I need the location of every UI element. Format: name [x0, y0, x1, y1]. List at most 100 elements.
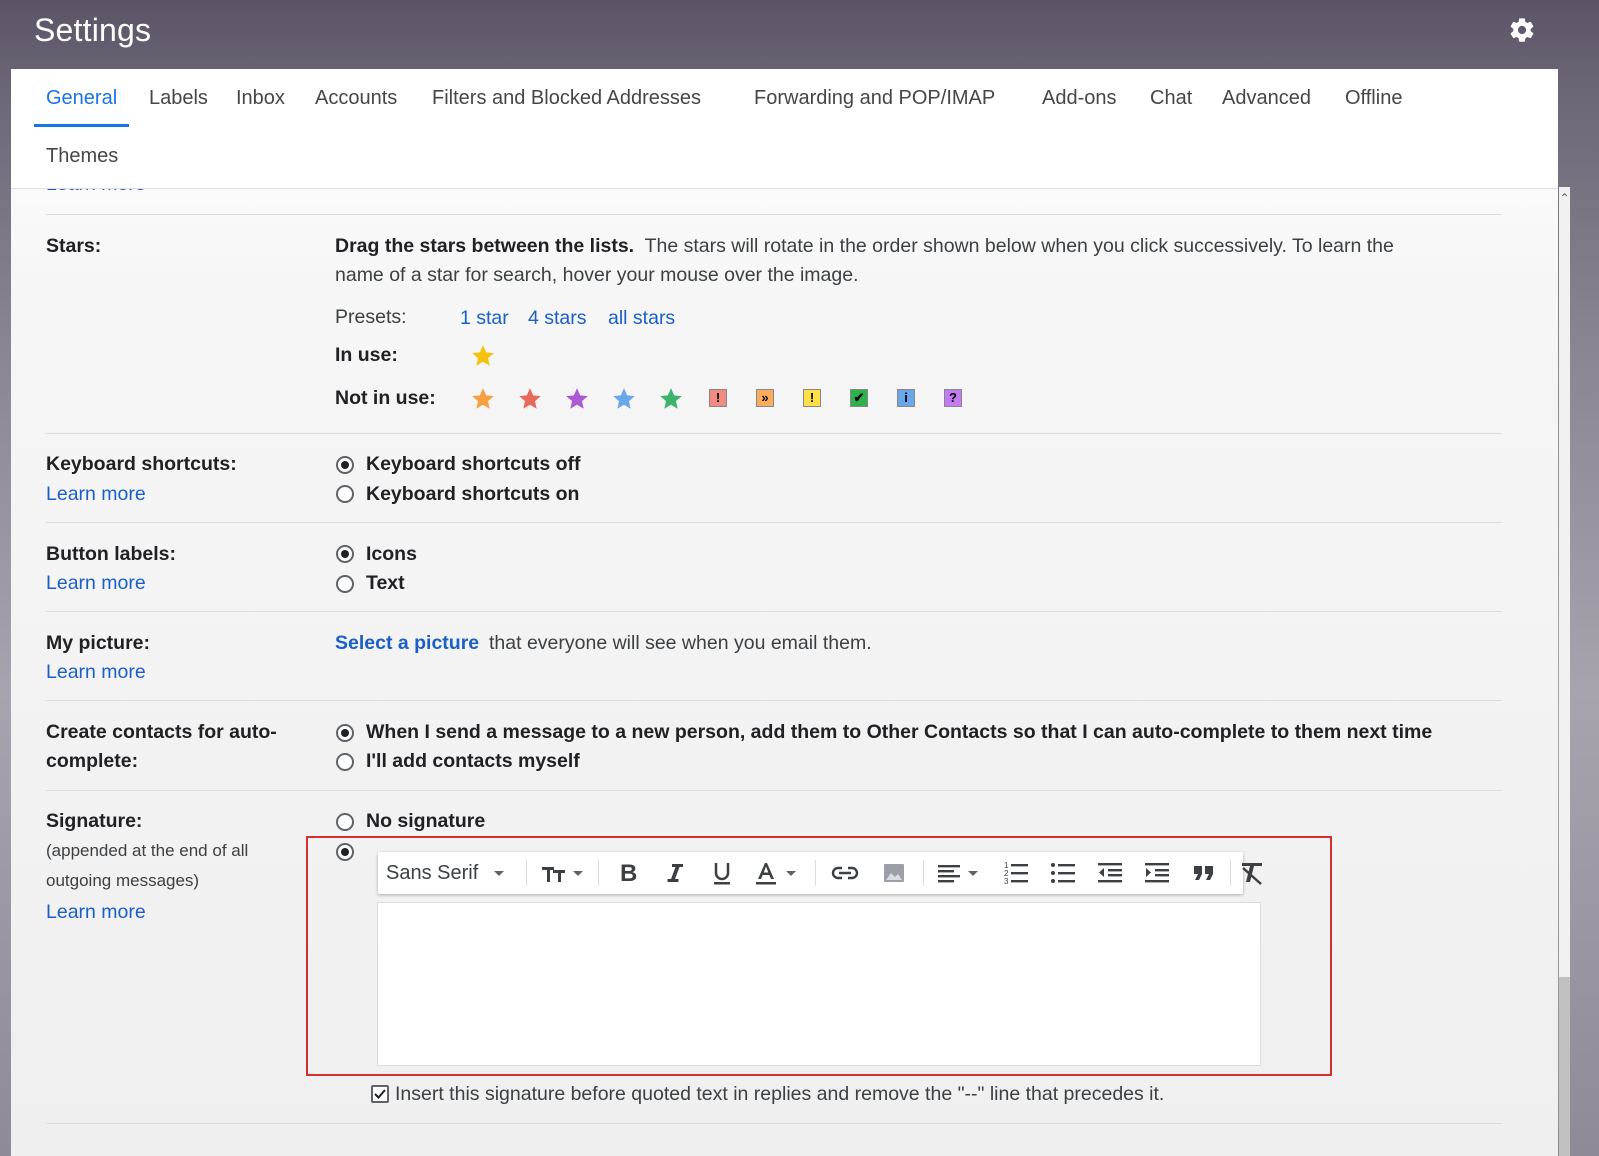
- preset-all-stars-link[interactable]: all stars: [608, 307, 675, 330]
- yellow-bang-icon[interactable]: !: [803, 389, 821, 407]
- keyboard-shortcuts-off-label[interactable]: Keyboard shortcuts off: [366, 453, 581, 476]
- red-star-icon[interactable]: [517, 386, 543, 412]
- align-button[interactable]: [931, 852, 987, 894]
- toolbar-separator: [815, 860, 816, 886]
- font-family-value: Sans Serif: [386, 861, 479, 884]
- orange-star-icon[interactable]: [470, 386, 496, 412]
- underline-button[interactable]: [702, 852, 742, 894]
- keyboard-shortcuts-on-label[interactable]: Keyboard shortcuts on: [366, 483, 579, 506]
- divider: [46, 522, 1502, 523]
- tab-themes[interactable]: Themes: [34, 127, 130, 185]
- bulleted-list-icon: [1051, 863, 1075, 883]
- tab-add-ons[interactable]: Add-ons: [1030, 69, 1129, 127]
- signature-sub-line2: outgoing messages): [46, 871, 200, 890]
- create-contacts-label-line1: Create contacts for auto-: [46, 721, 277, 743]
- button-labels-learn-more-link[interactable]: Learn more: [46, 572, 146, 595]
- indent-more-button[interactable]: [1136, 852, 1178, 894]
- bold-button[interactable]: B: [608, 852, 648, 894]
- tab-filters[interactable]: Filters and Blocked Addresses: [420, 69, 713, 127]
- divider: [46, 214, 1502, 215]
- tab-forwarding[interactable]: Forwarding and POP/IMAP: [742, 69, 1007, 127]
- signature-learn-more-link[interactable]: Learn more: [46, 901, 146, 924]
- settings-panel: Learn more Stars: Drag the stars between…: [11, 69, 1570, 1156]
- scrollbar[interactable]: ⌃: [1559, 187, 1570, 1156]
- bulleted-list-button[interactable]: [1042, 852, 1084, 894]
- tab-accounts[interactable]: Accounts: [303, 69, 409, 127]
- text-size-icon: [542, 867, 583, 882]
- signature-radio[interactable]: [336, 843, 354, 861]
- insert-signature-label[interactable]: Insert this signature before quoted text…: [395, 1083, 1164, 1106]
- text-color-icon: [756, 863, 796, 885]
- keyboard-learn-more-link[interactable]: Learn more: [46, 483, 146, 506]
- italic-button[interactable]: [655, 852, 695, 894]
- signature-editor[interactable]: [377, 902, 1261, 1066]
- quote-button[interactable]: [1183, 852, 1225, 894]
- manual-contacts-radio[interactable]: [336, 753, 354, 771]
- auto-add-contacts-label[interactable]: When I send a message to a new person, a…: [366, 721, 1432, 744]
- insert-image-button[interactable]: [873, 852, 915, 894]
- scroll-up-arrow-icon[interactable]: ⌃: [1559, 191, 1570, 205]
- toolbar-separator: [923, 860, 924, 886]
- text-color-button[interactable]: [749, 852, 805, 894]
- signature-formatting-toolbar: Sans Serif B 1 2 3: [378, 852, 1243, 894]
- stars-label: Stars:: [46, 235, 102, 257]
- red-bang-icon[interactable]: !: [709, 389, 727, 407]
- button-labels-text-label[interactable]: Text: [366, 572, 405, 595]
- yellow-star-icon[interactable]: [470, 343, 496, 369]
- indent-less-button[interactable]: [1089, 852, 1131, 894]
- keyboard-shortcuts-on-radio[interactable]: [336, 485, 354, 503]
- button-labels-text-radio[interactable]: [336, 575, 354, 593]
- insert-signature-checkbox[interactable]: [371, 1085, 389, 1103]
- preset-4-stars-link[interactable]: 4 stars: [528, 307, 587, 330]
- divider: [46, 433, 1502, 434]
- manual-contacts-label[interactable]: I'll add contacts myself: [366, 750, 580, 773]
- no-signature-radio[interactable]: [336, 813, 354, 831]
- divider: [46, 611, 1502, 612]
- auto-add-contacts-radio[interactable]: [336, 724, 354, 742]
- my-picture-learn-more-link[interactable]: Learn more: [46, 661, 146, 684]
- gear-icon[interactable]: [1508, 16, 1536, 44]
- indent-less-icon: [1098, 863, 1122, 883]
- numbered-list-button[interactable]: 1 2 3: [995, 852, 1037, 894]
- preset-1-star-link[interactable]: 1 star: [460, 307, 509, 330]
- scrollbar-thumb[interactable]: [1559, 977, 1570, 1156]
- purple-question-icon[interactable]: ?: [944, 389, 962, 407]
- font-family-select[interactable]: Sans Serif: [386, 852, 521, 894]
- toolbar-separator: [1230, 860, 1231, 886]
- button-labels-icons-radio[interactable]: [336, 545, 354, 563]
- tab-general[interactable]: General: [34, 69, 130, 127]
- remove-formatting-button[interactable]: [1232, 852, 1272, 894]
- tab-labels[interactable]: Labels: [137, 69, 220, 127]
- blue-info-icon[interactable]: i: [897, 389, 915, 407]
- my-picture-text: that everyone will see when you email th…: [489, 632, 872, 654]
- my-picture-label: My picture:: [46, 632, 151, 654]
- not-in-use-label: Not in use:: [335, 387, 436, 409]
- svg-text:B: B: [620, 861, 637, 885]
- insert-link-button[interactable]: [824, 852, 866, 894]
- presets-label: Presets:: [335, 306, 407, 328]
- numbered-list-icon: 1 2 3: [1004, 861, 1028, 886]
- font-size-button[interactable]: [536, 852, 588, 894]
- tab-advanced[interactable]: Advanced: [1210, 69, 1323, 127]
- stars-description-line1: Drag the stars between the lists. The st…: [335, 235, 1394, 257]
- green-check-icon[interactable]: ✔: [850, 389, 868, 407]
- blue-star-icon[interactable]: [611, 386, 637, 412]
- keyboard-shortcuts-off-radio[interactable]: [336, 456, 354, 474]
- green-star-icon[interactable]: [658, 386, 684, 412]
- toolbar-separator: [526, 860, 527, 886]
- tab-chat[interactable]: Chat: [1138, 69, 1204, 127]
- stars-description-line2: name of a star for search, hover your mo…: [335, 264, 859, 286]
- purple-star-icon[interactable]: [564, 386, 590, 412]
- indent-more-icon: [1145, 863, 1169, 883]
- select-picture-link[interactable]: Select a picture: [335, 632, 479, 655]
- keyboard-shortcuts-label: Keyboard shortcuts:: [46, 453, 237, 475]
- signature-sub-line1: (appended at the end of all: [46, 841, 249, 860]
- signature-label: Signature:: [46, 810, 143, 832]
- orange-guillemet-icon[interactable]: »: [756, 389, 774, 407]
- checkmark-icon: [374, 1089, 386, 1099]
- tab-offline[interactable]: Offline: [1333, 69, 1414, 127]
- tab-inbox[interactable]: Inbox: [224, 69, 297, 127]
- no-signature-label[interactable]: No signature: [366, 810, 485, 833]
- button-labels-icons-label[interactable]: Icons: [366, 543, 417, 566]
- svg-text:3: 3: [1004, 877, 1009, 886]
